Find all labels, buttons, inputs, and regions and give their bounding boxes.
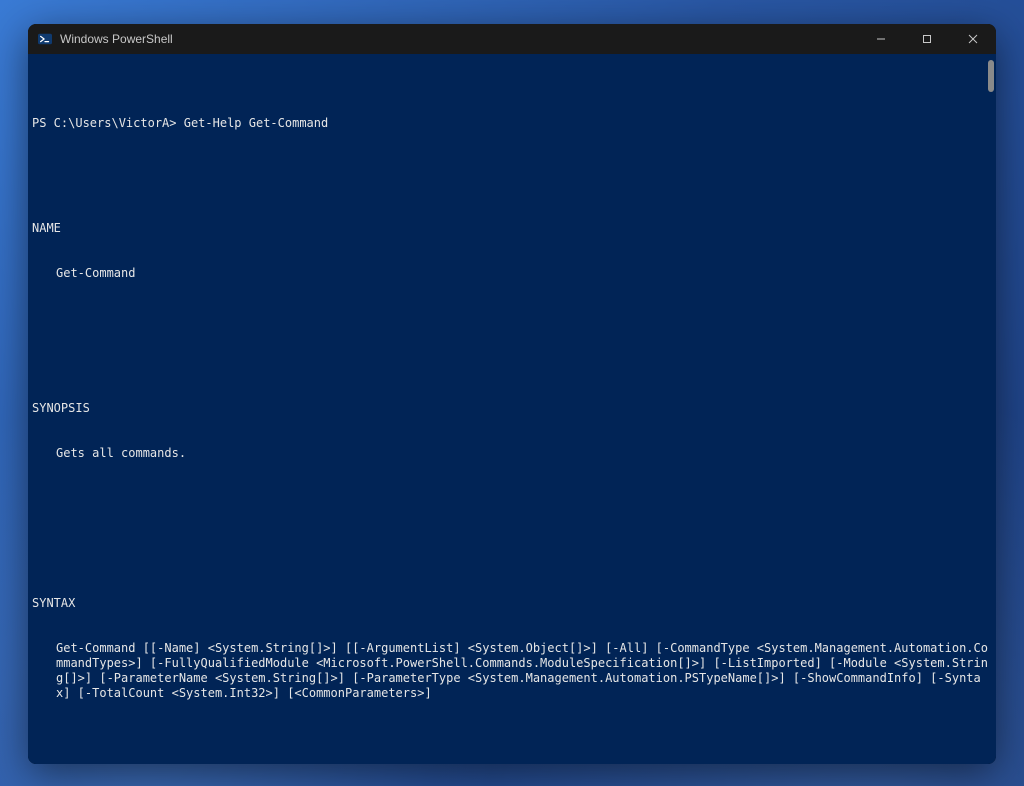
terminal-area[interactable]: PS C:\Users\VictorA> Get-Help Get-Comman…: [28, 54, 996, 764]
scrollbar-thumb[interactable]: [988, 60, 994, 92]
synopsis-heading: SYNOPSIS: [32, 401, 992, 416]
name-heading: NAME: [32, 221, 992, 236]
synopsis-value: Gets all commands.: [32, 446, 992, 461]
minimize-button[interactable]: [858, 24, 904, 54]
maximize-button[interactable]: [904, 24, 950, 54]
window-controls: [858, 24, 996, 54]
close-button[interactable]: [950, 24, 996, 54]
prompt-command: Get-Help Get-Command: [184, 116, 329, 130]
name-value: Get-Command: [32, 266, 992, 281]
syntax-heading: SYNTAX: [32, 596, 992, 611]
powershell-icon: [38, 32, 52, 46]
prompt-line: PS C:\Users\VictorA> Get-Help Get-Comman…: [32, 116, 992, 131]
titlebar[interactable]: Windows PowerShell: [28, 24, 996, 54]
window-title: Windows PowerShell: [60, 32, 173, 46]
prompt-path: PS C:\Users\VictorA>: [32, 116, 177, 130]
powershell-window: Windows PowerShell PS C:\Users\VictorA> …: [28, 24, 996, 764]
syntax-block-1: Get-Command [[-Name] <System.String[]>] …: [32, 641, 992, 701]
